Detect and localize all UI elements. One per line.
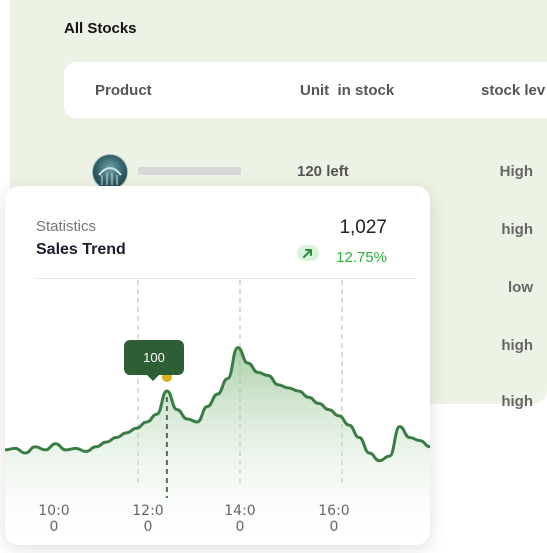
stocks-title: All Stocks	[64, 20, 137, 37]
row-1-level: High	[499, 163, 533, 180]
row-1-stock: 120 left	[297, 163, 349, 180]
x-tick-label: 14:0	[224, 503, 256, 519]
x-tick-1400: 14:0 0	[220, 503, 260, 535]
x-tick-label: 16:0	[318, 503, 350, 519]
x-tick-label: 0	[49, 519, 59, 535]
column-stock-level[interactable]: stock lev	[481, 82, 545, 99]
row-4-level: high	[501, 337, 533, 354]
row-2-level: high	[501, 221, 533, 238]
value-tooltip: 100	[124, 340, 184, 375]
column-product[interactable]: Product	[95, 82, 152, 99]
x-tick-1600: 16:0 0	[314, 503, 354, 535]
x-tick-label: 12:0	[132, 503, 164, 519]
stocks-table-header: Product Unit in stock stock lev	[64, 62, 547, 118]
column-unit-in-stock[interactable]: Unit in stock	[300, 82, 394, 99]
x-tick-label: 0	[235, 519, 245, 535]
x-tick-1000: 10:0 0	[34, 503, 74, 535]
x-tick-label: 0	[329, 519, 339, 535]
row-3-level: low	[508, 279, 533, 296]
product-avatar	[92, 154, 128, 190]
product-name-placeholder	[138, 167, 241, 175]
x-tick-label: 0	[143, 519, 153, 535]
row-5-level: high	[501, 393, 533, 410]
tooltip-tail	[146, 374, 160, 381]
sales-trend-chart[interactable]	[5, 186, 430, 545]
x-tick-label: 10:0	[38, 503, 70, 519]
x-tick-1200: 12:0 0	[128, 503, 168, 535]
sales-trend-card: Statistics Sales Trend 1,027 12.75% 100 …	[5, 186, 430, 545]
